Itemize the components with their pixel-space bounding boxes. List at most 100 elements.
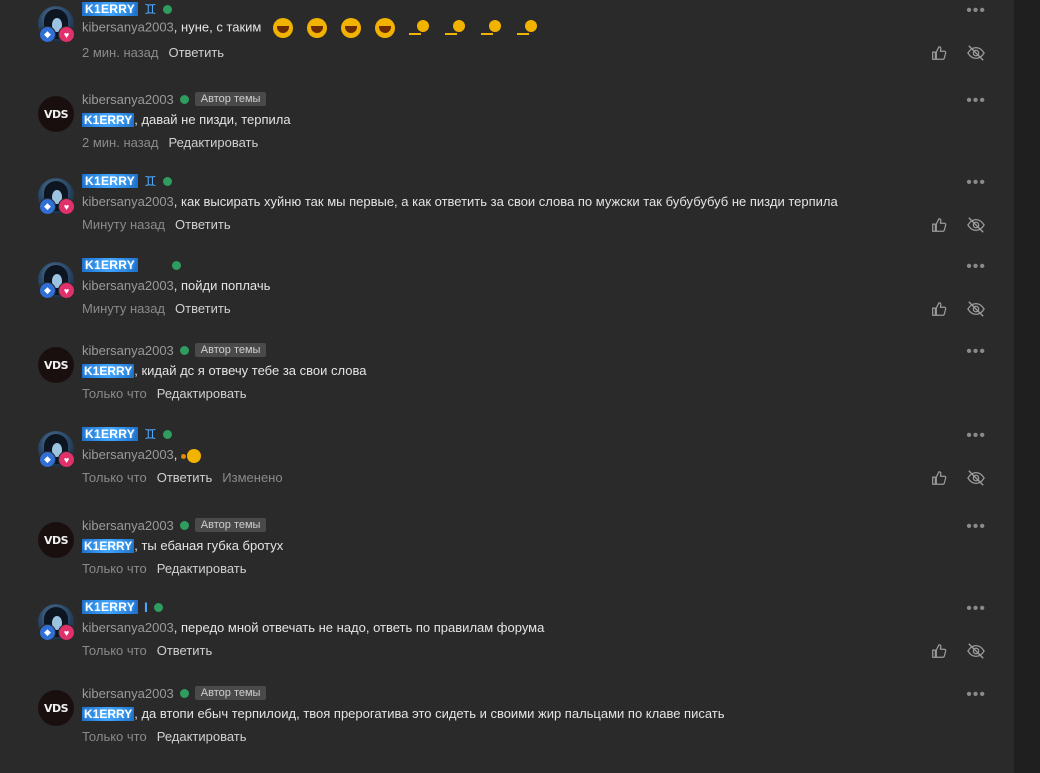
more-dots-icon[interactable]: ••• xyxy=(966,600,986,618)
online-status-dot xyxy=(153,602,163,612)
running-laugh-emoji-icon xyxy=(517,18,539,38)
avatar[interactable]: VDS xyxy=(38,96,74,132)
running-laugh-emoji-icon xyxy=(445,18,467,38)
more-dots-icon[interactable]: ••• xyxy=(966,343,986,361)
eye-off-icon[interactable] xyxy=(966,469,986,487)
more-dots-icon[interactable]: ••• xyxy=(966,174,986,192)
reply-button[interactable]: Ответить xyxy=(157,470,213,485)
avatar-logo-text: VDS xyxy=(43,107,69,121)
online-status-dot xyxy=(162,176,172,186)
comment-body: K1ERRY, да втопи ебыч терпилоид, твоя пр… xyxy=(82,706,725,721)
thumbs-up-icon[interactable] xyxy=(930,300,948,318)
author-tag-badge: Автор темы xyxy=(194,343,267,357)
mention-link[interactable]: kibersanya2003 xyxy=(82,447,174,462)
reply-button[interactable]: Ответить xyxy=(175,217,231,232)
zodiac-icon: I xyxy=(144,599,148,615)
more-dots-icon[interactable]: ••• xyxy=(966,258,986,276)
comment-item: ◆ ♥ K1ERRY I kibersanya2003, передо мной о… xyxy=(0,598,1014,682)
username-link[interactable]: kibersanya2003 xyxy=(82,518,174,533)
laughing-emoji-icon xyxy=(273,18,294,38)
edit-button[interactable]: Редактировать xyxy=(157,729,247,744)
mention-link[interactable]: K1ERRY xyxy=(82,364,135,378)
comment-item: ◆ ♥ K1ERRY kibersanya2003, пойди поплачь … xyxy=(0,256,1014,340)
ethereum-badge-icon: ◆ xyxy=(39,26,56,43)
heart-badge-icon: ♥ xyxy=(58,198,75,215)
username-link[interactable]: K1ERRY xyxy=(82,427,139,441)
comment-text: , нуне, с таким xyxy=(173,19,262,35)
more-dots-icon[interactable]: ••• xyxy=(966,92,986,110)
comment-text: , давай не пизди, терпила xyxy=(134,112,291,127)
comment-item: VDS kibersanya2003 Автор темы K1ERRY, дав… xyxy=(0,90,1014,174)
heart-badge-icon: ♥ xyxy=(58,451,75,468)
mention-link[interactable]: K1ERRY xyxy=(82,113,135,127)
comment-header: K1ERRY ♊ xyxy=(82,0,172,18)
comment-body: K1ERRY, ты ебаная губка бротух xyxy=(82,538,283,553)
edit-button[interactable]: Редактировать xyxy=(157,561,247,576)
thumbs-up-icon[interactable] xyxy=(930,469,948,487)
username-link[interactable]: K1ERRY xyxy=(82,258,139,272)
comment-meta: Только что Редактировать xyxy=(82,386,247,401)
comment-meta: Минуту назад Ответить xyxy=(82,301,231,316)
avatar[interactable]: VDS xyxy=(38,522,74,558)
more-dots-icon[interactable]: ••• xyxy=(966,686,986,704)
reply-button[interactable]: Ответить xyxy=(175,301,231,316)
scrollbar-track[interactable] xyxy=(1014,0,1040,773)
mention-link[interactable]: K1ERRY xyxy=(82,539,135,553)
zodiac-icon: ♊ xyxy=(144,425,157,442)
mention-link[interactable]: kibersanya2003 xyxy=(82,194,174,209)
comment-time: Минуту назад xyxy=(82,301,166,316)
comment-time: Только что xyxy=(82,470,147,485)
heart-badge-icon: ♥ xyxy=(58,26,75,43)
comment-header: kibersanya2003 Автор темы xyxy=(82,516,267,534)
reply-button[interactable]: Ответить xyxy=(168,45,224,60)
eye-off-icon[interactable] xyxy=(966,216,986,234)
online-status-dot xyxy=(179,520,189,530)
mention-link[interactable]: kibersanya2003 xyxy=(82,278,174,293)
avatar[interactable]: VDS xyxy=(38,347,74,383)
thumbs-up-icon[interactable] xyxy=(930,44,948,62)
more-dots-icon[interactable]: ••• xyxy=(966,427,986,445)
mention-link[interactable]: kibersanya2003 xyxy=(82,620,174,635)
comment-time: Минуту назад xyxy=(82,217,166,232)
comment-header: K1ERRY ♊ xyxy=(82,172,172,190)
edit-button[interactable]: Редактировать xyxy=(157,386,247,401)
comment-header: kibersanya2003 Автор темы xyxy=(82,341,267,359)
author-tag-badge: Автор темы xyxy=(194,92,267,106)
comment-text: , передо мной отвечать не надо, ответь п… xyxy=(173,620,545,635)
comment-item: ◆ ♥ K1ERRY ♊ kibersanya2003, как высирать … xyxy=(0,172,1014,256)
thumbs-up-icon[interactable] xyxy=(930,216,948,234)
more-dots-icon[interactable]: ••• xyxy=(966,2,986,20)
username-link[interactable]: K1ERRY xyxy=(82,2,139,16)
author-tag-badge: Автор темы xyxy=(194,686,267,700)
laughing-emoji-icon xyxy=(341,18,362,38)
user-badges: ◆ ♥ xyxy=(39,451,75,468)
username-link[interactable]: kibersanya2003 xyxy=(82,92,174,107)
more-dots-icon[interactable]: ••• xyxy=(966,518,986,536)
animated-emoji-icon xyxy=(181,448,203,464)
comment-header: K1ERRY xyxy=(82,256,182,274)
ethereum-badge-icon: ◆ xyxy=(39,282,56,299)
eye-off-icon[interactable] xyxy=(966,44,986,62)
comment-item: ◆ ♥ K1ERRY ♊ kibersanya2003, Только что Отв… xyxy=(0,425,1014,509)
username-link[interactable]: kibersanya2003 xyxy=(82,343,174,358)
username-link[interactable]: K1ERRY xyxy=(82,600,139,614)
eye-off-icon[interactable] xyxy=(966,642,986,660)
comment-time: Только что xyxy=(82,643,147,658)
edit-button[interactable]: Редактировать xyxy=(168,135,258,150)
mention-link[interactable]: kibersanya2003 xyxy=(82,19,174,34)
author-tag-badge: Автор темы xyxy=(194,518,267,532)
heart-badge-icon: ♥ xyxy=(58,624,75,641)
mention-link[interactable]: K1ERRY xyxy=(82,707,135,721)
comment-header: kibersanya2003 Автор темы xyxy=(82,684,267,702)
username-link[interactable]: K1ERRY xyxy=(82,174,139,188)
online-status-dot xyxy=(172,260,182,270)
comment-header: K1ERRY ♊ xyxy=(82,425,172,443)
avatar-logo-text: VDS xyxy=(43,533,69,547)
eye-off-icon[interactable] xyxy=(966,300,986,318)
comment-time: Только что xyxy=(82,561,147,576)
avatar[interactable]: VDS xyxy=(38,690,74,726)
edited-label: Изменено xyxy=(222,470,283,485)
username-link[interactable]: kibersanya2003 xyxy=(82,686,174,701)
reply-button[interactable]: Ответить xyxy=(157,643,213,658)
thumbs-up-icon[interactable] xyxy=(930,642,948,660)
